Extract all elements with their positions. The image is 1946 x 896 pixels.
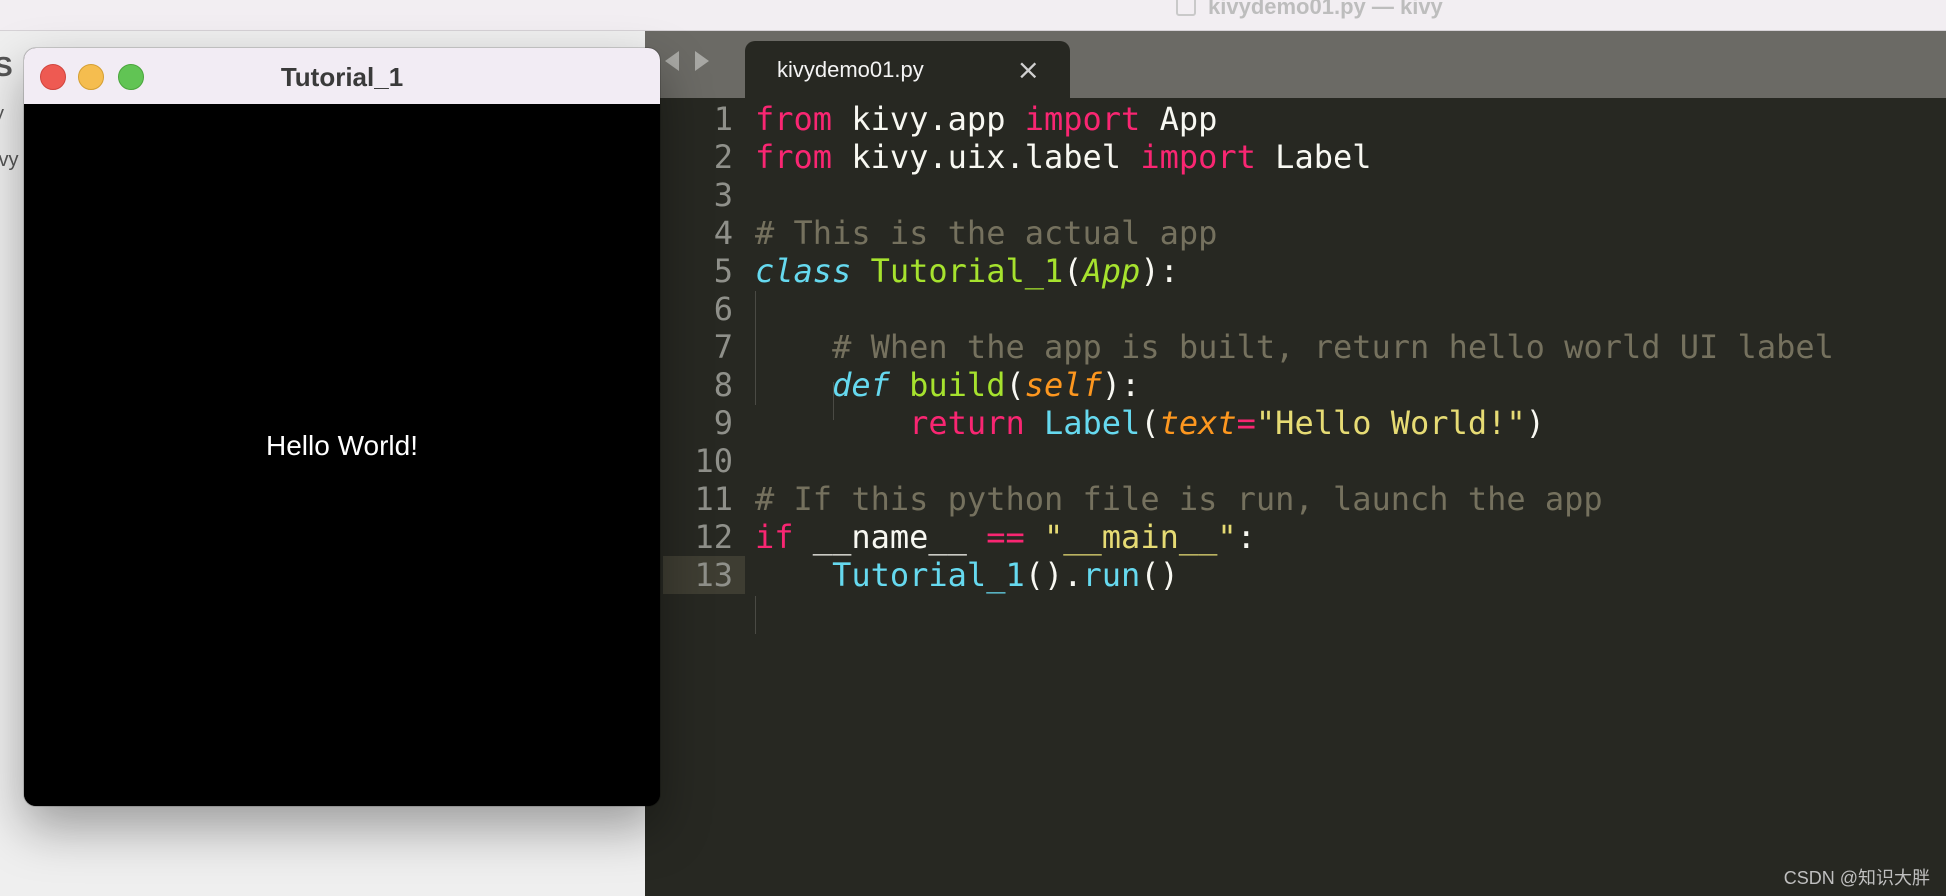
tab-label: kivydemo01.py	[777, 57, 924, 82]
line-text: # If this python file is run, launch the…	[755, 480, 1603, 518]
code-line-current: 13 Tutorial_1().run()	[645, 556, 1946, 594]
line-number: 10	[694, 442, 733, 480]
line-number: 4	[713, 214, 733, 252]
line-text: class Tutorial_1(App):	[755, 252, 1179, 290]
code-line: 4 # This is the actual app	[645, 214, 1946, 252]
sidebar-item[interactable]: ivy	[0, 149, 18, 172]
line-text: def build(self):	[832, 366, 1141, 404]
kivy-app-window[interactable]: Tutorial_1 Hello World!	[24, 48, 660, 806]
nav-forward-icon[interactable]	[695, 51, 709, 71]
sidebar-item[interactable]: y	[0, 103, 4, 126]
line-text: Tutorial_1().run()	[832, 556, 1179, 594]
code-line: 8 def build(self):	[645, 366, 1946, 404]
line-text: # When the app is built, return hello wo…	[832, 328, 1834, 366]
line-text: if __name__ == "__main__":	[755, 518, 1256, 556]
code-area[interactable]: 1 from kivy.app import App 2 from kivy.u…	[645, 98, 1946, 896]
line-number: 5	[713, 252, 733, 290]
editor-window-title-text: kivydemo01.py — kivy	[1208, 0, 1443, 19]
code-line: 12 if __name__ == "__main__":	[645, 518, 1946, 556]
code-line: 10	[645, 442, 1946, 480]
code-line: 5 class Tutorial_1(App):	[645, 252, 1946, 290]
indent-guide	[755, 596, 756, 634]
line-number: 1	[713, 100, 733, 138]
line-number: 8	[713, 366, 733, 404]
code-line: 6	[645, 290, 1946, 328]
code-line: 11 # If this python file is run, launch …	[645, 480, 1946, 518]
line-number: 6	[713, 290, 733, 328]
line-text: from kivy.app import App	[755, 100, 1218, 138]
line-text: return Label(text="Hello World!")	[909, 404, 1545, 442]
line-number: 2	[713, 138, 733, 176]
app-canvas: Hello World!	[24, 104, 660, 806]
line-number: 9	[713, 404, 733, 442]
app-titlebar[interactable]: Tutorial_1	[24, 48, 660, 104]
app-window-title: Tutorial_1	[280, 62, 404, 92]
menu-bar: kivydemo01.py — kivy	[0, 0, 1946, 31]
line-number: 13	[663, 556, 745, 594]
editor-window-title: kivydemo01.py — kivy	[1176, 0, 1443, 20]
sidebar-fragment: S	[0, 51, 13, 82]
line-text: from kivy.uix.label import Label	[755, 138, 1372, 176]
tab-kivydemo01[interactable]: kivydemo01.py ×	[745, 41, 1070, 98]
code-line: 2 from kivy.uix.label import Label	[645, 138, 1946, 176]
hello-world-label: Hello World!	[266, 430, 418, 461]
code-line: 3	[645, 176, 1946, 214]
code-line: 1 from kivy.app import App	[645, 100, 1946, 138]
code-editor[interactable]: kivydemo01.py × 1 from kivy.app import A…	[645, 31, 1946, 896]
line-number: 11	[694, 480, 733, 518]
line-number: 12	[694, 518, 733, 556]
tab-bar: kivydemo01.py ×	[645, 31, 1946, 98]
watermark: CSDN @知识大胖	[1783, 868, 1930, 888]
close-icon[interactable]: ×	[1017, 53, 1040, 86]
line-number: 3	[713, 176, 733, 214]
nav-back-icon[interactable]	[665, 51, 679, 71]
code-line: 7 # When the app is built, return hello …	[645, 328, 1946, 366]
document-icon	[1176, 0, 1196, 16]
line-text: # This is the actual app	[755, 214, 1218, 252]
code-line: 9 return Label(text="Hello World!")	[645, 404, 1946, 442]
line-number: 7	[713, 328, 733, 366]
